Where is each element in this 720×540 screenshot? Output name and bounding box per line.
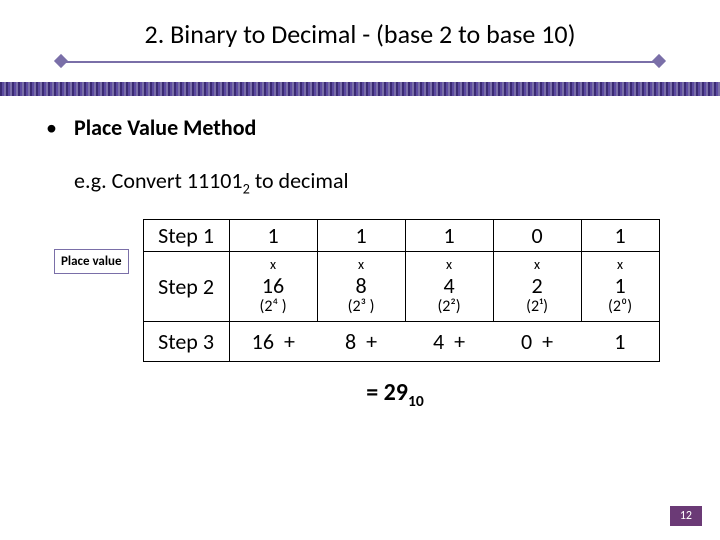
place-value-label: Place value <box>54 249 129 274</box>
bit-cell: 1 <box>405 220 493 252</box>
bit-cell: 1 <box>581 220 659 252</box>
weight-cell: x 8 (2³ ) <box>317 252 405 322</box>
table-row: Step 3 16 + 8 + 4 + 0 + 1 <box>143 322 659 362</box>
step2-label: Step 2 <box>143 252 229 322</box>
bit-cell: 1 <box>317 220 405 252</box>
table-row: Step 1 1 1 1 0 1 <box>143 220 659 252</box>
step3-label: Step 3 <box>143 322 229 362</box>
bullet-icon: • <box>46 114 74 141</box>
weight-cell: x 1 (2⁰) <box>581 252 659 322</box>
bit-cell: 0 <box>493 220 581 252</box>
sum-cell: 8 + <box>317 322 405 362</box>
sum-cell: 4 + <box>405 322 493 362</box>
method-heading: • Place Value Method <box>46 114 674 141</box>
method-name: Place Value Method <box>74 114 256 141</box>
slide-title: 2. Binary to Decimal - (base 2 to base 1… <box>0 0 720 56</box>
sum-cell: 16 + <box>229 322 317 362</box>
result-line: = 2910 <box>46 378 674 411</box>
table-row: Step 2 x 16 (2⁴ ) x 8 (2³ ) x 4 (2²) <box>143 252 659 322</box>
bit-cell: 1 <box>229 220 317 252</box>
step1-label: Step 1 <box>143 220 229 252</box>
conversion-table: Step 1 1 1 1 0 1 Step 2 x 16 (2⁴ ) x 8 (… <box>143 219 660 362</box>
weight-cell: x 4 (2²) <box>405 252 493 322</box>
sum-cell: 0 + <box>493 322 581 362</box>
decorative-bar <box>0 82 720 96</box>
page-number: 12 <box>670 506 702 526</box>
weight-cell: x 2 (2¹) <box>493 252 581 322</box>
title-underline <box>60 56 660 68</box>
weight-cell: x 16 (2⁴ ) <box>229 252 317 322</box>
sum-cell: 1 <box>581 322 659 362</box>
example-line: e.g. Convert 111012 to decimal <box>74 167 674 197</box>
